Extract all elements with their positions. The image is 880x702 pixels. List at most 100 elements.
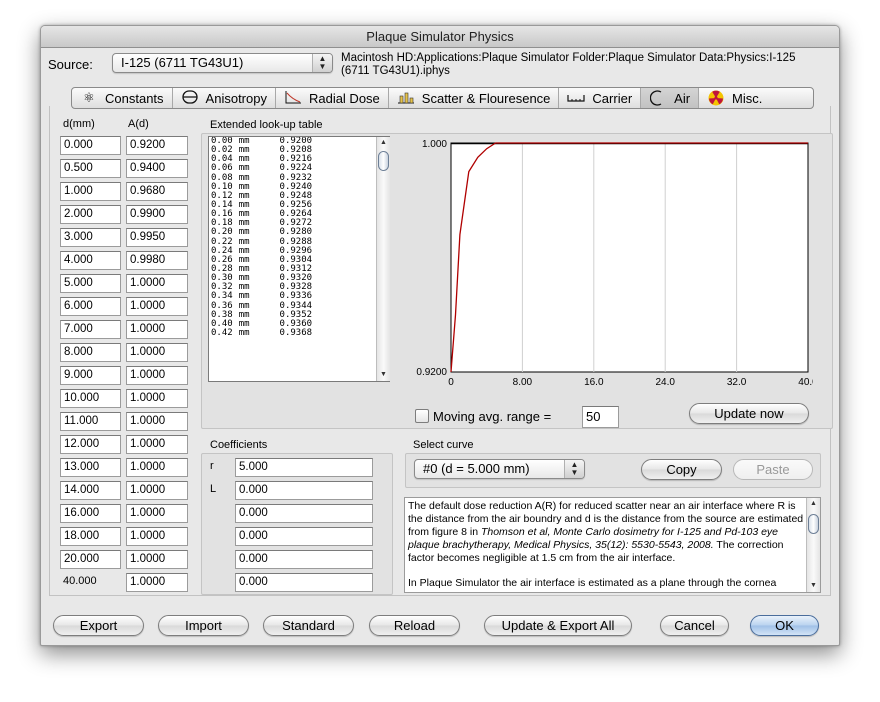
a-value[interactable]: 0.9680 bbox=[126, 182, 188, 201]
a-value[interactable]: 0.9200 bbox=[126, 136, 188, 155]
d-value[interactable]: 11.000 bbox=[60, 412, 121, 431]
cancel-button[interactable]: Cancel bbox=[660, 615, 729, 636]
popup-arrows-icon: ▲ ▼ bbox=[312, 54, 332, 72]
tab-label: Constants bbox=[105, 90, 164, 106]
popup-arrows-icon: ▲ ▼ bbox=[564, 460, 584, 478]
a-value[interactable]: 1.0000 bbox=[126, 435, 188, 454]
x-tick-label: 32.0 bbox=[727, 377, 747, 388]
coefficient-input[interactable]: 0.000 bbox=[235, 481, 373, 500]
x-tick-label: 0 bbox=[448, 377, 454, 388]
coefficient-input[interactable]: 0.000 bbox=[235, 550, 373, 569]
update-now-button[interactable]: Update now bbox=[689, 403, 809, 424]
a-value[interactable]: 1.0000 bbox=[126, 527, 188, 546]
d-value[interactable]: 4.000 bbox=[60, 251, 121, 270]
d-value[interactable]: 1.000 bbox=[60, 182, 121, 201]
y-max-label: 1.000 bbox=[422, 139, 447, 150]
paste-button[interactable]: Paste bbox=[733, 459, 813, 480]
ok-button[interactable]: OK bbox=[750, 615, 819, 636]
d-value[interactable]: 7.000 bbox=[60, 320, 121, 339]
a-value[interactable]: 0.9950 bbox=[126, 228, 188, 247]
a-column-header: A(d) bbox=[128, 118, 149, 130]
tab-radial-dose[interactable]: Radial Dose bbox=[276, 88, 389, 108]
a-value[interactable]: 1.0000 bbox=[126, 274, 188, 293]
standard-button[interactable]: Standard bbox=[263, 615, 354, 636]
coefficient-input[interactable]: 0.000 bbox=[235, 504, 373, 523]
radial-dose-icon bbox=[284, 90, 302, 106]
import-button[interactable]: Import bbox=[158, 615, 249, 636]
a-value[interactable]: 0.9400 bbox=[126, 159, 188, 178]
description-scrollbar[interactable]: ▲ ▼ bbox=[806, 498, 820, 592]
moving-avg-input[interactable]: 50 bbox=[582, 406, 619, 428]
scroll-up-icon[interactable]: ▲ bbox=[377, 137, 390, 149]
d-value[interactable]: 9.000 bbox=[60, 366, 121, 385]
a-value[interactable]: 1.0000 bbox=[126, 389, 188, 408]
window-title: Plaque Simulator Physics bbox=[41, 26, 839, 48]
description-paragraph-1: The default dose reduction A(R) for redu… bbox=[408, 500, 804, 564]
tab-label: Air bbox=[674, 90, 691, 106]
lookup-title: Extended look-up table bbox=[210, 119, 323, 131]
d-value[interactable]: 16.000 bbox=[60, 504, 121, 523]
d-value[interactable]: 12.000 bbox=[60, 435, 121, 454]
a-value[interactable]: 1.0000 bbox=[126, 550, 188, 569]
d-value[interactable]: 2.000 bbox=[60, 205, 121, 224]
a-value[interactable]: 1.0000 bbox=[126, 297, 188, 316]
coefficient-label: r bbox=[210, 460, 214, 472]
d-value[interactable]: 3.000 bbox=[60, 228, 121, 247]
copy-button[interactable]: Copy bbox=[641, 459, 722, 480]
d-value[interactable]: 6.000 bbox=[60, 297, 121, 316]
a-value[interactable]: 0.9900 bbox=[126, 205, 188, 224]
select-curve-title: Select curve bbox=[413, 439, 474, 451]
x-tick-label: 40.0 bbox=[798, 377, 813, 388]
d-value[interactable]: 18.000 bbox=[60, 527, 121, 546]
a-value[interactable]: 1.0000 bbox=[126, 320, 188, 339]
tab-carrier[interactable]: Carrier bbox=[559, 88, 642, 108]
d-value[interactable]: 0.000 bbox=[60, 136, 121, 155]
scroll-thumb[interactable] bbox=[378, 151, 389, 171]
air-description: The default dose reduction A(R) for redu… bbox=[404, 497, 821, 593]
y-min-label: 0.9200 bbox=[416, 367, 447, 378]
scroll-up-icon[interactable]: ▲ bbox=[807, 498, 820, 510]
d-value[interactable]: 0.500 bbox=[60, 159, 121, 178]
curve-popup[interactable]: #0 (d = 5.000 mm) ▲ ▼ bbox=[414, 459, 585, 479]
d-value[interactable]: 13.000 bbox=[60, 458, 121, 477]
d-value: 40.000 bbox=[63, 575, 97, 587]
curve-selected: #0 (d = 5.000 mm) bbox=[423, 461, 530, 476]
lookup-scrollbar[interactable]: ▲ ▼ bbox=[376, 137, 390, 381]
scroll-down-icon[interactable]: ▼ bbox=[807, 580, 820, 592]
d-value[interactable]: 14.000 bbox=[60, 481, 121, 500]
d-value[interactable]: 20.000 bbox=[60, 550, 121, 569]
a-value[interactable]: 1.0000 bbox=[126, 481, 188, 500]
coefficient-input[interactable]: 0.000 bbox=[235, 573, 373, 592]
reload-button[interactable]: Reload bbox=[369, 615, 460, 636]
a-value[interactable]: 0.9980 bbox=[126, 251, 188, 270]
d-value[interactable]: 10.000 bbox=[60, 389, 121, 408]
d-column-header: d(mm) bbox=[63, 118, 95, 130]
a-value[interactable]: 1.0000 bbox=[126, 458, 188, 477]
export-button[interactable]: Export bbox=[53, 615, 144, 636]
source-popup[interactable]: I-125 (6711 TG43U1) ▲ ▼ bbox=[112, 53, 333, 73]
d-value[interactable]: 5.000 bbox=[60, 274, 121, 293]
coefficient-input[interactable]: 0.000 bbox=[235, 527, 373, 546]
tab-air[interactable]: Air bbox=[641, 88, 700, 108]
scroll-down-icon[interactable]: ▼ bbox=[377, 369, 390, 381]
tab-anisotropy[interactable]: Anisotropy bbox=[173, 88, 276, 108]
tab-misc[interactable]: Misc. bbox=[699, 88, 813, 108]
update-export-all-button[interactable]: Update & Export All bbox=[484, 615, 632, 636]
scroll-thumb[interactable] bbox=[808, 514, 819, 534]
lookup-rows: 0.00 mm 0.9200 0.02 mm 0.9208 0.04 mm 0.9216 0.06… bbox=[209, 137, 389, 338]
source-selected: I-125 (6711 TG43U1) bbox=[121, 55, 244, 70]
a-value[interactable]: 1.0000 bbox=[126, 573, 188, 592]
a-value[interactable]: 1.0000 bbox=[126, 343, 188, 362]
d-value[interactable]: 8.000 bbox=[60, 343, 121, 362]
tab-constants[interactable]: ⚛ Constants bbox=[72, 88, 173, 108]
moving-avg-checkbox[interactable] bbox=[415, 409, 429, 423]
lookup-list[interactable]: 0.00 mm 0.9200 0.02 mm 0.9208 0.04 mm 0.9216 0.06… bbox=[208, 136, 390, 382]
a-value[interactable]: 1.0000 bbox=[126, 366, 188, 385]
tab-scatter[interactable]: Scatter & Flouresence bbox=[389, 88, 560, 108]
a-value[interactable]: 1.0000 bbox=[126, 412, 188, 431]
coefficient-input[interactable]: 5.000 bbox=[235, 458, 373, 477]
a-value[interactable]: 1.0000 bbox=[126, 504, 188, 523]
x-tick-label: 8.00 bbox=[513, 377, 533, 388]
tab-label: Carrier bbox=[592, 90, 633, 106]
lookup-row[interactable]: 0.42 mm 0.9368 bbox=[209, 328, 389, 338]
